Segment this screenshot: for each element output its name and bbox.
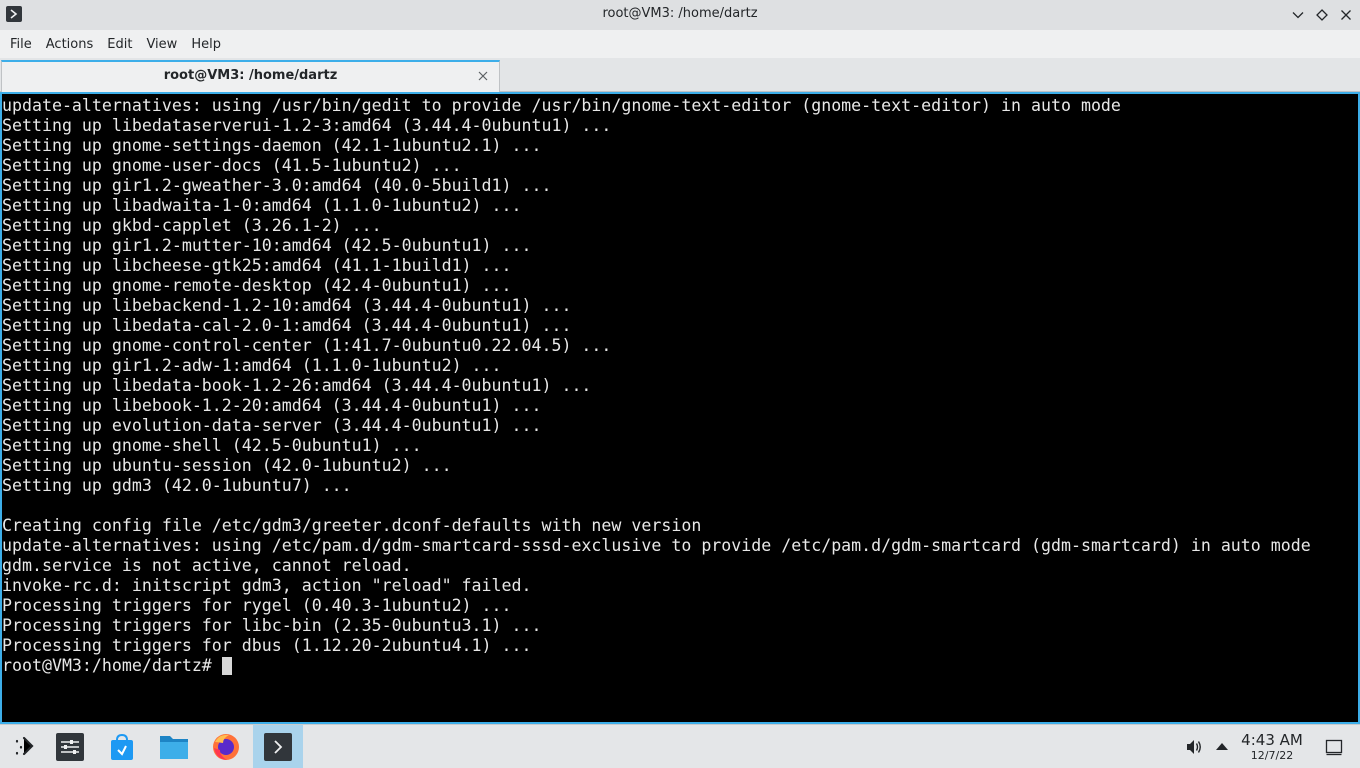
terminal-line: Setting up evolution-data-server (3.44.4… [2, 416, 542, 435]
terminal-line: update-alternatives: using /etc/pam.d/gd… [2, 536, 1311, 555]
terminal-line: Setting up gnome-remote-desktop (42.4-0u… [2, 276, 512, 295]
terminal-line: Setting up libadwaita-1-0:amd64 (1.1.0-1… [2, 196, 522, 215]
terminal-line: Processing triggers for dbus (1.12.20-2u… [2, 636, 532, 655]
chevron-down-icon [1292, 12, 1304, 19]
maximize-button[interactable] [1312, 5, 1332, 25]
terminal-prompt-line: root@VM3:/home/dartz# [2, 656, 1311, 676]
clock-date: 12/7/22 [1250, 749, 1294, 762]
taskbar-terminal-button[interactable] [253, 725, 303, 768]
terminal-line: Setting up libedata-book-1.2-26:amd64 (3… [2, 376, 592, 395]
terminal-line: Setting up gdm3 (42.0-1ubuntu7) ... [2, 476, 352, 495]
show-desktop-icon [1325, 739, 1343, 756]
terminal-line: Setting up libedataserverui-1.2-3:amd64 … [2, 116, 612, 135]
close-window-button[interactable] [1336, 5, 1356, 25]
text-cursor [221, 657, 232, 675]
system-tray-expand-button[interactable] [1212, 737, 1232, 757]
terminal-line: Processing triggers for libc-bin (2.35-0… [2, 616, 542, 635]
terminal-line: Setting up libedata-cal-2.0-1:amd64 (3.4… [2, 316, 572, 335]
file-manager-icon [160, 736, 188, 759]
terminal-line: Setting up gir1.2-mutter-10:amd64 (42.5-… [2, 236, 532, 255]
taskbar-software-store-button[interactable] [98, 725, 146, 768]
software-store-icon [111, 733, 133, 760]
clock-time: 4:43 AM [1241, 731, 1303, 749]
show-desktop-button[interactable] [1324, 737, 1344, 757]
terminal-line: gdm.service is not active, cannot reload… [2, 556, 412, 575]
tab-bar: root@VM3: /home/dartz [0, 58, 1360, 92]
taskbar-firefox-button[interactable] [202, 725, 250, 768]
menu-help[interactable]: Help [184, 33, 228, 56]
terminal-line: Setting up libebook-1.2-20:amd64 (3.44.4… [2, 396, 542, 415]
terminal-line: Setting up gkbd-capplet (3.26.1-2) ... [2, 216, 382, 235]
terminal-line: Setting up gnome-shell (42.5-0ubuntu1) .… [2, 436, 422, 455]
application-launcher-button[interactable] [0, 725, 48, 768]
firefox-icon [213, 734, 239, 760]
terminal-line: Setting up gnome-settings-daemon (42.1-1… [2, 136, 542, 155]
terminal-line: Setting up gir1.2-adw-1:amd64 (1.1.0-1ub… [2, 356, 502, 375]
terminal-view[interactable]: update-alternatives: using /usr/bin/gedi… [0, 92, 1360, 724]
terminal-line: Setting up libcheese-gtk25:amd64 (41.1-1… [2, 256, 512, 275]
terminal-line: Setting up gir1.2-gweather-3.0:amd64 (40… [2, 176, 552, 195]
minimize-button[interactable] [1288, 5, 1308, 25]
tab-label: root@VM3: /home/dartz [163, 68, 338, 83]
menu-bar: File Actions Edit View Help [0, 30, 1360, 58]
shell-prompt: root@VM3:/home/dartz# [2, 656, 212, 675]
terminal-line: Setting up gnome-user-docs (41.5-1ubuntu… [2, 156, 462, 175]
terminal-line: Setting up ubuntu-session (42.0-1ubuntu2… [2, 456, 452, 475]
taskbar-file-manager-button[interactable] [150, 725, 198, 768]
terminal-icon [264, 733, 292, 761]
terminal-line: Processing triggers for rygel (0.40.3-1u… [2, 596, 512, 615]
menu-edit[interactable]: Edit [100, 33, 139, 56]
terminal-line: Setting up libebackend-1.2-10:amd64 (3.4… [2, 296, 572, 315]
terminal-output: update-alternatives: using /usr/bin/gedi… [2, 96, 1311, 676]
taskbar: 4:43 AM 12/7/22 [0, 724, 1360, 768]
terminal-line: Creating config file /etc/gdm3/greeter.d… [2, 516, 702, 535]
triangle-up-icon [1216, 743, 1228, 750]
menu-actions[interactable]: Actions [39, 33, 101, 56]
terminal-line: update-alternatives: using /usr/bin/gedi… [2, 96, 1121, 115]
menu-view[interactable]: View [139, 33, 184, 56]
diamond-icon [1316, 9, 1328, 21]
settings-icon [56, 733, 84, 761]
speaker-icon [1187, 740, 1201, 754]
tab-close-button[interactable] [475, 68, 491, 84]
digital-clock[interactable]: 4:43 AM 12/7/22 [1232, 731, 1312, 763]
window-title: root@VM3: /home/dartz [602, 6, 758, 21]
menu-file[interactable]: File [3, 33, 39, 56]
volume-button[interactable] [1184, 737, 1204, 757]
taskbar-settings-button[interactable] [46, 725, 94, 768]
tab-terminal-session[interactable]: root@VM3: /home/dartz [1, 60, 500, 92]
application-launcher-icon [15, 736, 34, 756]
close-icon [1341, 10, 1351, 20]
window-titlebar[interactable]: root@VM3: /home/dartz [0, 0, 1360, 30]
close-icon [478, 71, 488, 81]
terminal-line: Setting up gnome-control-center (1:41.7-… [2, 336, 612, 355]
terminal-line: invoke-rc.d: initscript gdm3, action "re… [2, 576, 532, 595]
